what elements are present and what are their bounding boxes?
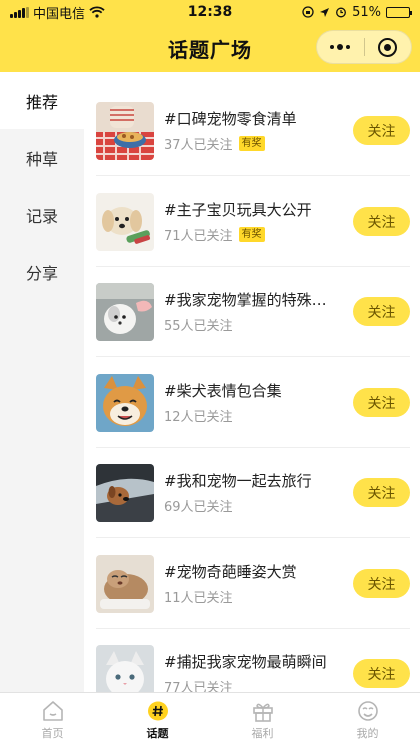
tab-label: 话题 xyxy=(146,726,169,740)
topic-meta: 77人已关注 xyxy=(164,677,336,693)
prize-badge: 有奖 xyxy=(238,135,265,151)
carrier-label: 中国电信 xyxy=(33,6,86,22)
topic-row[interactable]: #宠物奇葩睡姿大赏 11人已关注 关注 xyxy=(96,539,410,629)
topic-info: #捕捉我家宠物最萌瞬间 77人已关注 xyxy=(164,652,336,693)
topic-row[interactable]: #捕捉我家宠物最萌瞬间 77人已关注 关注 xyxy=(96,629,410,692)
profile-icon xyxy=(357,700,378,721)
gift-icon xyxy=(252,703,273,722)
prize-badge: 有奖 xyxy=(238,226,265,242)
follower-count: 12人已关注 xyxy=(164,409,233,425)
follow-button[interactable]: 关注 xyxy=(353,569,410,598)
topic-title: #捕捉我家宠物最萌瞬间 xyxy=(164,652,327,671)
status-left: 中国电信 xyxy=(10,3,105,22)
follower-count: 77人已关注 xyxy=(164,680,233,693)
follower-count: 11人已关注 xyxy=(164,590,233,606)
alarm-icon xyxy=(336,7,347,18)
tab-topics[interactable]: 话题 xyxy=(105,693,210,747)
follow-button[interactable]: 关注 xyxy=(353,478,410,507)
sidebar-item-record[interactable]: 记录 xyxy=(0,186,84,243)
topic-thumbnail-skills xyxy=(96,282,154,341)
topic-title: #柴犬表情包合集 xyxy=(164,381,282,400)
sidebar-item-label: 推荐 xyxy=(26,92,59,112)
follower-count: 69人已关注 xyxy=(164,499,233,515)
topic-row[interactable]: #我家宠物掌握的特殊技能 55人已关注 关注 xyxy=(96,267,410,357)
topic-info: #我和宠物一起去旅行 69人已关注 xyxy=(164,471,336,515)
sidebar-item-share[interactable]: 分享 xyxy=(0,243,84,300)
topic-thumbnail-toys xyxy=(96,192,154,251)
tab-label: 福利 xyxy=(251,726,274,740)
hashtag-icon xyxy=(147,701,168,720)
category-sidebar: 推荐 种草 记录 分享 xyxy=(0,72,84,692)
lock-rotation-icon xyxy=(302,6,314,18)
topic-meta: 69人已关注 xyxy=(164,496,336,515)
topic-row[interactable]: #口碑宠物零食清单 37人已关注 有奖 关注 xyxy=(96,86,410,176)
tab-mine[interactable]: 我的 xyxy=(315,693,420,747)
topic-title: #我家宠物掌握的特殊技能 xyxy=(164,290,336,309)
home-icon xyxy=(42,700,63,721)
battery-percent: 51% xyxy=(352,4,381,20)
more-button[interactable] xyxy=(317,31,364,63)
topic-list: #口碑宠物零食清单 37人已关注 有奖 关注 #主子宝贝玩具大公开 71人已关注… xyxy=(84,72,420,692)
target-icon xyxy=(378,37,398,57)
wifi-icon xyxy=(89,6,105,18)
sidebar-item-label: 分享 xyxy=(26,263,59,283)
follower-count: 37人已关注 xyxy=(164,137,233,153)
topic-info: #我家宠物掌握的特殊技能 55人已关注 xyxy=(164,290,336,334)
tab-label: 我的 xyxy=(356,726,379,740)
sidebar-item-label: 记录 xyxy=(26,206,59,226)
topic-title: #宠物奇葩睡姿大赏 xyxy=(164,562,297,581)
follower-count: 55人已关注 xyxy=(164,318,233,334)
topic-info: #宠物奇葩睡姿大赏 11人已关注 xyxy=(164,562,336,606)
topic-info: #口碑宠物零食清单 37人已关注 有奖 xyxy=(164,109,336,153)
follow-button[interactable]: 关注 xyxy=(353,116,410,145)
tab-home[interactable]: 首页 xyxy=(0,693,105,747)
tab-benefits[interactable]: 福利 xyxy=(210,693,315,747)
topic-info: #主子宝贝玩具大公开 71人已关注 有奖 xyxy=(164,200,336,244)
topic-thumbnail-travel xyxy=(96,463,154,522)
topic-meta: 37人已关注 有奖 xyxy=(164,134,336,153)
topic-title: #主子宝贝玩具大公开 xyxy=(164,200,312,219)
topic-info: #柴犬表情包合集 12人已关注 xyxy=(164,381,336,425)
topic-thumbnail-treats xyxy=(96,101,154,160)
topic-meta: 11人已关注 xyxy=(164,587,336,606)
follow-button[interactable]: 关注 xyxy=(353,659,410,688)
topic-row[interactable]: #柴犬表情包合集 12人已关注 关注 xyxy=(96,358,410,448)
sidebar-item-label: 种草 xyxy=(26,149,59,169)
tab-label: 首页 xyxy=(41,726,64,740)
topic-title: #口碑宠物零食清单 xyxy=(164,109,297,128)
close-miniprogram-button[interactable] xyxy=(365,31,412,63)
topic-row[interactable]: #我和宠物一起去旅行 69人已关注 关注 xyxy=(96,448,410,538)
sidebar-item-recommend[interactable]: 推荐 xyxy=(0,72,84,129)
topic-title: #我和宠物一起去旅行 xyxy=(164,471,312,490)
bottom-tab-bar: 首页 话题 福利 我的 xyxy=(0,692,420,747)
location-icon xyxy=(320,7,330,17)
topic-thumbnail-sleep xyxy=(96,554,154,613)
topic-thumbnail-shiba xyxy=(96,373,154,432)
follow-button[interactable]: 关注 xyxy=(353,297,410,326)
topic-row[interactable]: #主子宝贝玩具大公开 71人已关注 有奖 关注 xyxy=(96,177,410,267)
sidebar-item-grass[interactable]: 种草 xyxy=(0,129,84,186)
follower-count: 71人已关注 xyxy=(164,228,233,244)
page-title: 话题广场 xyxy=(168,37,252,62)
topic-meta: 12人已关注 xyxy=(164,406,336,425)
miniprogram-capsule xyxy=(316,30,412,64)
more-icon xyxy=(330,44,351,50)
follow-button[interactable]: 关注 xyxy=(353,388,410,417)
status-right: 51% xyxy=(302,4,412,20)
status-bar: 中国电信 12:38 51% xyxy=(0,0,420,24)
signal-icon xyxy=(10,6,29,18)
topic-thumbnail-cute xyxy=(96,644,154,692)
follow-button[interactable]: 关注 xyxy=(353,207,410,236)
battery-icon xyxy=(386,6,412,18)
topic-meta: 71人已关注 有奖 xyxy=(164,225,336,244)
clock: 12:38 xyxy=(187,4,233,20)
topic-meta: 55人已关注 xyxy=(164,315,336,334)
navigation-bar: 话题广场 xyxy=(0,24,420,72)
